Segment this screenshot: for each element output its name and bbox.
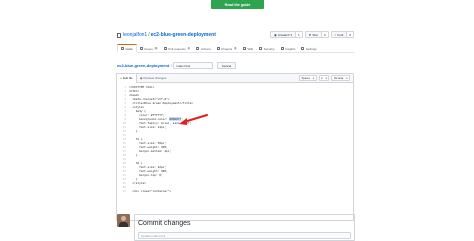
commit-title: Commit changes [138, 220, 191, 227]
code-editor: ‹› Edit file ◉ Preview changes Spaces ▾ 2 ▾ … [116, 73, 354, 221]
code-text: <div class="container"> [129, 189, 172, 193]
wrap-mode-select[interactable]: No wrap ▾ [331, 75, 350, 81]
repo-owner-link[interactable]: leonjalfon1 [123, 32, 147, 38]
cancel-button[interactable]: Cancel [216, 62, 237, 69]
project-icon [216, 47, 220, 50]
code-text: } [129, 129, 138, 133]
annotation-arrow-icon [179, 114, 208, 125]
unwatch-button[interactable]: ◉ Unwatch ▾ 1 [270, 31, 303, 38]
chevron-down-icon: ▾ [325, 76, 327, 80]
fork-icon: ⑂ [334, 32, 337, 37]
pull-request-icon [163, 47, 167, 50]
code-area[interactable]: 1 <!DOCTYPE html> 2 <html> 3 <head> 4 <meta ch… [117, 83, 353, 193]
repo-icon [117, 32, 121, 38]
issues-count-badge: 0 [154, 47, 158, 50]
tab-issues[interactable]: Issues 0 [137, 44, 161, 53]
eye-icon: ◉ [274, 32, 277, 37]
filename-input[interactable]: index.html [173, 62, 214, 69]
projects-count-badge: 0 [233, 47, 238, 50]
tab-projects[interactable]: Projects 0 [214, 44, 240, 53]
editor-settings: Spaces ▾ 2 ▾ No wrap ▾ [299, 75, 353, 81]
tab-security[interactable]: Security [256, 44, 277, 53]
shield-icon [259, 47, 263, 50]
commit-form: Commit changes Update index.html [134, 214, 355, 241]
graph-icon [280, 47, 284, 50]
repo-tabs: Code Issues 0 Pull requests 0 Actions Proj… [117, 44, 355, 53]
avatar [117, 214, 130, 227]
line-number: 27 [122, 189, 126, 193]
code-text: </style> [129, 181, 146, 185]
repo-actions: ◉ Unwatch ▾ 1 ★ Star 0 ⑂ Fork 0 [270, 31, 354, 38]
path-separator: / [170, 63, 172, 68]
code-icon: ‹› [120, 76, 122, 80]
chevron-down-icon: ▾ [290, 32, 292, 37]
tab-edit-file[interactable]: ‹› Edit file [117, 74, 137, 83]
play-icon [196, 47, 200, 50]
code-line[interactable]: 27 <div class="container"> [117, 189, 353, 193]
code-icon [121, 47, 124, 50]
tab-pull-requests[interactable]: Pull requests 0 [161, 44, 194, 53]
eye-icon: ◉ [139, 76, 143, 80]
repo-name-link[interactable]: ec2-blue-green-deployment [151, 32, 216, 38]
tab-settings[interactable]: Settings [298, 44, 319, 53]
editor-toolbar: ‹› Edit file ◉ Preview changes Spaces ▾ 2 ▾ … [117, 74, 353, 83]
indent-size-select[interactable]: 2 ▾ [318, 75, 330, 81]
path-repo-link[interactable]: ec2-blue-green-deployment [117, 63, 169, 68]
read-guide-button[interactable]: Read the guide [211, 0, 264, 9]
tab-actions[interactable]: Actions [193, 44, 213, 53]
tab-code[interactable]: Code [117, 44, 137, 53]
tab-preview-changes[interactable]: ◉ Preview changes [137, 74, 169, 83]
indent-mode-select[interactable]: Spaces ▾ [299, 75, 317, 81]
watch-count[interactable]: 1 [295, 31, 303, 38]
star-icon: ★ [308, 32, 312, 37]
fork-count[interactable]: 0 [347, 31, 354, 38]
code-text: } [129, 153, 138, 157]
book-icon [243, 47, 247, 50]
tab-insights[interactable]: Insights [278, 44, 299, 53]
breadcrumb-separator: / [148, 32, 150, 38]
file-path-row: ec2-blue-green-deployment / index.html C… [117, 62, 237, 69]
chevron-down-icon: ▾ [313, 76, 315, 80]
repo-breadcrumb: leonjalfon1 / ec2-blue-green-deployment [117, 32, 216, 38]
chevron-down-icon: ▾ [346, 76, 348, 80]
star-count[interactable]: 0 [321, 31, 329, 38]
commit-message-input[interactable]: Update index.html [138, 232, 351, 239]
issue-icon [139, 47, 143, 50]
gear-icon [301, 47, 305, 50]
fork-button[interactable]: ⑂ Fork 0 [330, 31, 354, 38]
pull-requests-count-badge: 0 [187, 47, 191, 50]
tab-wiki[interactable]: Wiki [240, 44, 256, 53]
star-button[interactable]: ★ Star 0 [304, 31, 329, 38]
